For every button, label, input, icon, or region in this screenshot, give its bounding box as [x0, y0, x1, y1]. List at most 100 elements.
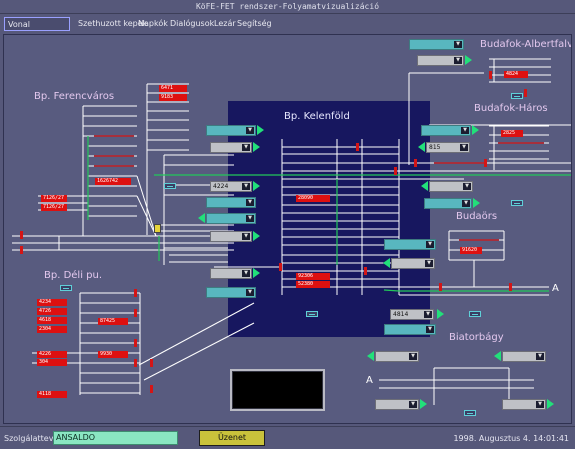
train-number[interactable]: 87425: [98, 318, 128, 325]
train-selector[interactable]: ▼: [375, 399, 419, 410]
signal-marker: [134, 339, 137, 347]
train-selector[interactable]: 815 ▼: [426, 142, 470, 153]
chevron-down-icon: ▼: [460, 144, 468, 151]
train-number[interactable]: 2825: [501, 130, 523, 137]
signal-left-icon[interactable]: [367, 351, 374, 361]
train-number[interactable]: 9930: [98, 351, 128, 358]
switch-control-icon[interactable]: [60, 285, 72, 291]
train-selector[interactable]: ▼: [210, 142, 252, 153]
train-number[interactable]: 7126/27: [41, 195, 67, 202]
train-selector[interactable]: 4814 ▼: [390, 309, 434, 320]
train-number[interactable]: 4226: [37, 351, 67, 358]
train-number[interactable]: 4824: [504, 71, 528, 78]
train-selector[interactable]: ▼: [206, 287, 256, 298]
signal-marker: [484, 159, 487, 167]
signal-right-icon[interactable]: [253, 231, 260, 241]
signal-right-icon[interactable]: [473, 198, 480, 208]
signal-right-icon[interactable]: [257, 125, 264, 135]
train-selector[interactable]: ▼: [429, 181, 473, 192]
chevron-down-icon: ▼: [425, 260, 433, 267]
menu-segitseg[interactable]: Segítség: [234, 17, 275, 31]
chevron-down-icon: ▼: [242, 183, 250, 190]
train-selector[interactable]: ▼: [206, 197, 256, 208]
chevron-down-icon: ▼: [461, 127, 469, 134]
signal-right-icon[interactable]: [420, 399, 427, 409]
train-selector[interactable]: ▼: [206, 125, 256, 136]
signal-left-icon[interactable]: [383, 258, 390, 268]
chevron-down-icon: ▼: [536, 401, 544, 408]
chevron-down-icon: ▼: [536, 353, 544, 360]
signal-right-icon[interactable]: [472, 125, 479, 135]
message-button[interactable]: Üzenet: [199, 430, 265, 446]
train-number[interactable]: 4618: [37, 317, 67, 324]
train-selector[interactable]: ▼: [417, 55, 464, 66]
train-selector[interactable]: ▼: [206, 213, 256, 224]
train-number[interactable]: 4234: [37, 299, 67, 306]
train-number[interactable]: 28090: [296, 195, 330, 202]
chevron-down-icon: ▼: [409, 353, 417, 360]
train-selector[interactable]: 4224 ▼: [210, 181, 252, 192]
signal-marker: [509, 283, 512, 291]
train-number[interactable]: 91620: [460, 247, 482, 254]
train-selector[interactable]: ▼: [384, 324, 436, 335]
train-number[interactable]: 4118: [37, 391, 67, 398]
switch-control-icon[interactable]: [469, 311, 481, 317]
signal-right-icon[interactable]: [437, 309, 444, 319]
chevron-down-icon: ▼: [424, 311, 432, 318]
signal-right-icon[interactable]: [465, 55, 472, 65]
train-number[interactable]: 92306: [296, 273, 330, 280]
train-number[interactable]: 4726: [37, 308, 67, 315]
train-selector[interactable]: ▼: [384, 239, 436, 250]
line-end-marker-a: A: [366, 375, 373, 386]
window-title: KöFE-FET rendszer-Folyamatvizualizáció: [0, 0, 575, 14]
train-selector[interactable]: ▼: [421, 125, 471, 136]
train-number[interactable]: 2304: [37, 326, 67, 333]
train-number[interactable]: 52380: [296, 281, 330, 288]
signal-marker: [439, 283, 442, 291]
chevron-down-icon: ▼: [246, 199, 254, 206]
menu-dialogusok[interactable]: Dialógusok: [167, 17, 217, 31]
train-selector[interactable]: ▼: [391, 258, 435, 269]
signal-right-icon[interactable]: [253, 181, 260, 191]
train-selector[interactable]: ▼: [210, 268, 252, 279]
operator-field: ANSALDO: [53, 431, 178, 445]
signal-marker: [20, 231, 23, 239]
signal-marker: [279, 263, 282, 271]
chevron-down-icon: ▼: [246, 289, 254, 296]
train-selector[interactable]: ▼: [502, 399, 546, 410]
signal-left-icon[interactable]: [494, 351, 501, 361]
switch-control-icon[interactable]: [306, 311, 318, 317]
signal-marker: [524, 89, 527, 97]
train-selector[interactable]: ▼: [210, 231, 252, 242]
train-number[interactable]: 1626742: [95, 178, 131, 185]
menu-napkok[interactable]: Napkók: [135, 17, 171, 31]
train-selector[interactable]: ▼: [424, 198, 472, 209]
chevron-down-icon: ▼: [454, 57, 462, 64]
train-selector-value: 815: [429, 144, 441, 151]
train-selector[interactable]: ▼: [409, 39, 464, 50]
signal-right-icon[interactable]: [253, 142, 260, 152]
switch-control-icon[interactable]: [511, 200, 523, 206]
menu-bar: Vonal szakaszok Szethuzott kepek Napkók …: [0, 14, 575, 43]
train-selector-value: 4814: [393, 311, 409, 318]
train-selector[interactable]: ▼: [502, 351, 546, 362]
station-label-deli: Bp. Déli pu.: [44, 270, 103, 281]
switch-control-icon[interactable]: [164, 183, 176, 189]
signal-left-icon[interactable]: [421, 181, 428, 191]
status-bar: Szolgálattevő: ANSALDO Üzenet 1998. Augu…: [0, 426, 575, 449]
train-number[interactable]: 6471: [159, 85, 187, 92]
menu-vonal-szakaszok[interactable]: Vonal szakaszok: [4, 17, 70, 43]
junction-marker-icon[interactable]: [154, 224, 161, 233]
switch-control-icon[interactable]: [511, 93, 523, 99]
train-number[interactable]: 7126/27: [41, 204, 67, 211]
signal-right-icon[interactable]: [547, 399, 554, 409]
message-display: [230, 369, 325, 411]
signal-right-icon[interactable]: [253, 268, 260, 278]
chevron-down-icon: ▼: [454, 41, 462, 48]
train-number[interactable]: 304: [37, 359, 67, 366]
train-selector[interactable]: ▼: [375, 351, 419, 362]
signal-left-icon[interactable]: [198, 213, 205, 223]
switch-control-icon[interactable]: [464, 410, 476, 416]
train-number[interactable]: 9183: [159, 94, 187, 101]
signal-left-icon[interactable]: [418, 142, 425, 152]
